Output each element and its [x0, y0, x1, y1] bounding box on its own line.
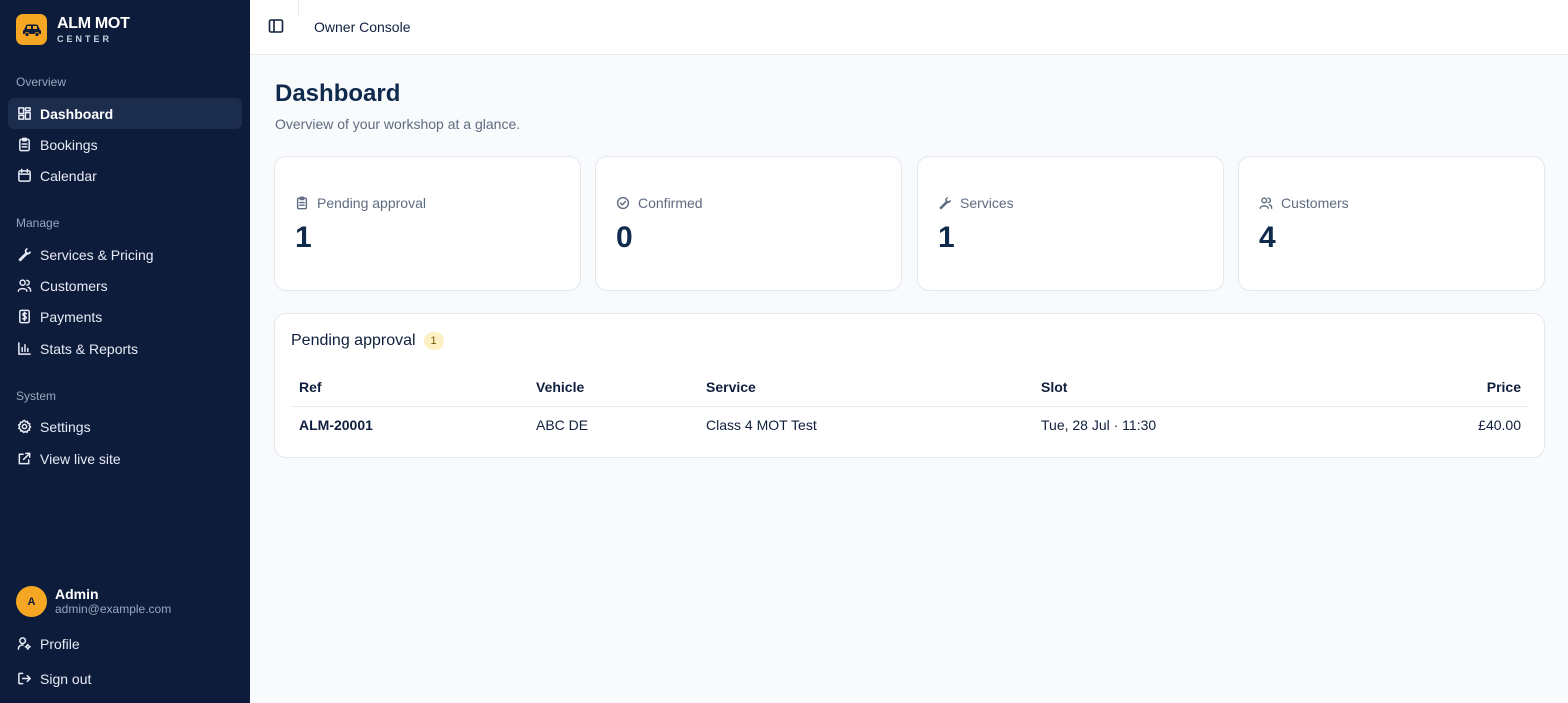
car-icon [16, 14, 47, 45]
stat-value: 1 [295, 221, 312, 254]
column-header-vehicle: Vehicle [536, 379, 585, 395]
users-icon [16, 278, 32, 294]
section-label-manage: Manage [16, 216, 60, 230]
sidebar-item-payments[interactable]: Payments [8, 301, 242, 332]
stat-card-services: Services 1 [917, 156, 1224, 291]
sidebar-item-label: Bookings [40, 136, 98, 153]
sidebar-item-label: Customers [40, 277, 108, 294]
stat-label: Services [960, 195, 1014, 211]
sidebar: ALM MOT CENTER Overview Dashboard Bookin… [0, 0, 250, 703]
user-key-icon [16, 636, 32, 652]
sidebar-item-label: Stats & Reports [40, 340, 139, 357]
cell-ref: ALM-20001 [299, 417, 373, 433]
stat-label: Customers [1281, 195, 1349, 211]
sidebar-item-customers[interactable]: Customers [8, 270, 242, 301]
sidebar-toggle-button[interactable] [268, 18, 286, 36]
sidebar-item-label: Settings [40, 418, 91, 435]
wrench-icon [939, 197, 951, 210]
section-label-overview: Overview [16, 75, 67, 89]
column-header-ref: Ref [299, 379, 322, 395]
stat-label: Pending approval [317, 195, 426, 211]
sidebar-item-label: Calendar [40, 167, 97, 184]
sidebar-item-dashboard[interactable]: Dashboard [8, 98, 242, 129]
receipt-icon [16, 309, 32, 325]
avatar: A [16, 586, 47, 617]
dashboard-icon [16, 106, 32, 122]
check-circle-icon [616, 196, 630, 210]
users-icon [1259, 197, 1273, 209]
sign-out-button[interactable]: Sign out [8, 663, 242, 694]
page-title: Dashboard [275, 80, 401, 107]
sidebar-item-label: Services & Pricing [40, 246, 154, 263]
sidebar-item-calendar[interactable]: Calendar [8, 160, 242, 191]
console-title: Owner Console [314, 19, 411, 35]
column-header-service: Service [706, 379, 756, 395]
sidebar-item-label: Payments [40, 308, 103, 325]
wrench-icon [16, 247, 32, 263]
page-subtitle: Overview of your workshop at a glance. [275, 116, 521, 132]
sign-out-icon [16, 671, 32, 687]
sidebar-item-label: View live site [40, 450, 121, 467]
column-header-price: Price [1486, 379, 1521, 395]
sidebar-item-settings[interactable]: Settings [8, 411, 242, 442]
sidebar-item-view-live-site[interactable]: View live site [8, 443, 242, 474]
cell-service: Class 4 MOT Test [706, 417, 817, 433]
stat-card-customers: Customers 4 [1238, 156, 1545, 291]
column-header-slot: Slot [1041, 379, 1068, 395]
user-profile: A Admin admin@example.com [16, 586, 171, 617]
cell-slot: Tue, 28 Jul · 11:30 [1041, 417, 1157, 433]
stat-value: 0 [616, 221, 633, 254]
panel-title: Pending approval [291, 332, 416, 349]
profile-label: Profile [40, 635, 80, 652]
topbar: Owner Console [250, 0, 1568, 55]
stat-card-pending-approval: Pending approval 1 [274, 156, 581, 291]
count-badge: 1 [423, 332, 444, 350]
sign-out-label: Sign out [40, 670, 92, 687]
sidebar-item-label: Dashboard [40, 105, 114, 122]
sidebar-item-stats-reports[interactable]: Stats & Reports [8, 333, 242, 364]
user-name: Admin [55, 586, 99, 603]
calendar-icon [16, 168, 32, 184]
cell-price: £40.00 [1478, 417, 1521, 433]
stat-card-confirmed: Confirmed 0 [595, 156, 902, 291]
stat-label: Confirmed [638, 195, 703, 211]
panel-toggle-icon [268, 19, 284, 33]
external-link-icon [16, 451, 32, 467]
topbar-divider [298, 0, 299, 16]
brand[interactable]: ALM MOT CENTER [16, 14, 130, 45]
brand-name: ALM MOT [57, 14, 130, 32]
profile-link[interactable]: Profile [8, 628, 242, 659]
pending-approval-panel: Pending approval 1 Ref Vehicle Service S… [274, 313, 1545, 458]
clipboard-icon [296, 196, 308, 210]
stat-value: 4 [1259, 221, 1276, 254]
clipboard-icon [16, 137, 32, 153]
cell-vehicle: ABC DE [536, 417, 589, 433]
sidebar-item-bookings[interactable]: Bookings [8, 129, 242, 160]
table-divider [291, 406, 1529, 407]
gear-icon [16, 419, 32, 435]
stat-value: 1 [938, 221, 955, 254]
brand-subtitle: CENTER [57, 33, 113, 44]
bar-chart-icon [16, 341, 32, 357]
sidebar-item-services-pricing[interactable]: Services & Pricing [8, 239, 242, 270]
section-label-system: System [16, 389, 57, 403]
user-email: admin@example.com [55, 601, 172, 616]
